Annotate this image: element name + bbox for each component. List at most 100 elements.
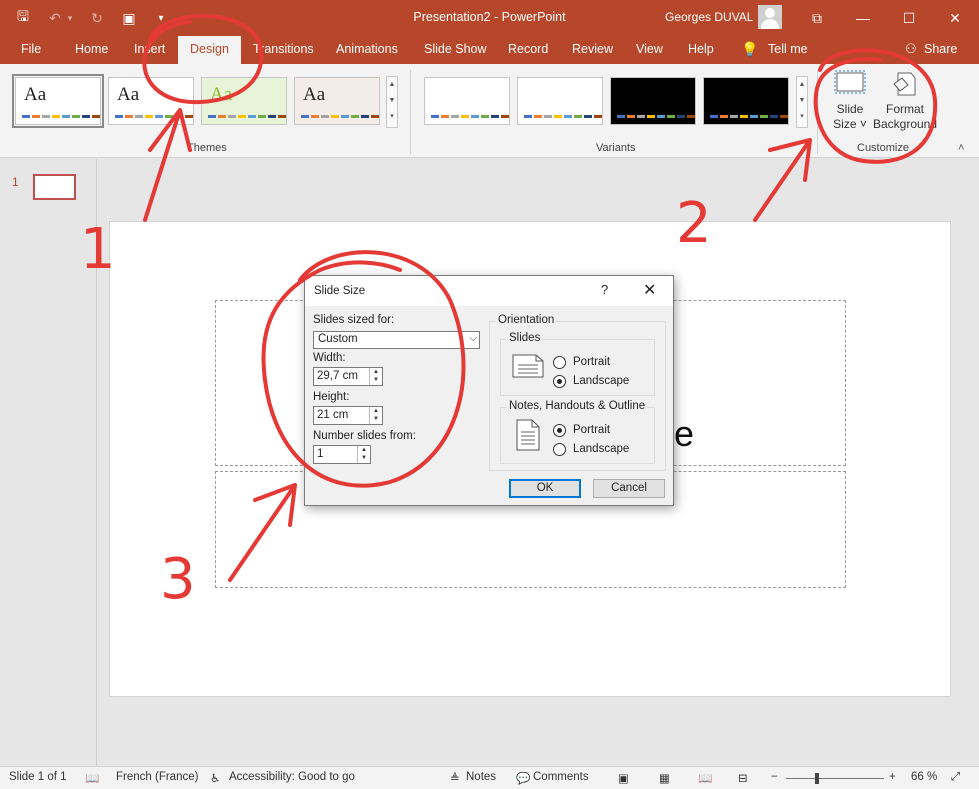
slides-landscape-label[interactable]: Landscape <box>573 375 629 387</box>
spin-up-icon[interactable]: ▲ <box>370 407 382 415</box>
color-swatch <box>544 115 552 118</box>
color-swatch <box>145 115 153 118</box>
slide-thumbnail[interactable] <box>33 174 76 200</box>
group-separator <box>410 70 411 154</box>
variant-thumb[interactable] <box>424 77 510 125</box>
tab-record[interactable]: Record <box>506 36 550 64</box>
slides-sized-for-label: Slides sized for: <box>313 314 395 326</box>
slides-landscape-radio[interactable] <box>553 375 566 388</box>
color-swatch <box>22 115 30 118</box>
slide-size-button[interactable]: Slide Size ˅ <box>828 70 872 132</box>
slide-show-view-icon[interactable]: ⊟ <box>738 771 748 785</box>
color-swatch <box>238 115 246 118</box>
notes-orientation-legend: Notes, Handouts & Outline <box>507 400 648 412</box>
variant-thumb[interactable] <box>517 77 603 125</box>
tab-animations[interactable]: Animations <box>334 36 400 64</box>
more-icon[interactable]: ▾ <box>387 109 397 125</box>
normal-view-icon[interactable]: ▣ <box>618 771 629 785</box>
cancel-button[interactable]: Cancel <box>593 479 665 498</box>
zoom-slider-handle[interactable] <box>815 773 819 784</box>
notes-portrait-label[interactable]: Portrait <box>573 424 610 436</box>
status-bar: Slide 1 of 1 📖 French (France) ♿ Accessi… <box>0 766 979 789</box>
zoom-level[interactable]: 66 % <box>911 771 937 783</box>
notes-landscape-label[interactable]: Landscape <box>573 443 629 455</box>
comments-button[interactable]: Comments <box>533 771 589 783</box>
tab-insert[interactable]: Insert <box>132 36 167 64</box>
slides-sized-for-select[interactable]: Custom ⌵ <box>313 331 480 349</box>
spin-buttons: ▲ ▼ <box>369 368 382 385</box>
slides-portrait-radio[interactable] <box>553 356 566 369</box>
maximize-button[interactable]: ☐ <box>886 0 932 36</box>
placeholder-text: e <box>674 413 695 454</box>
help-icon[interactable]: ? <box>601 282 608 297</box>
height-stepper[interactable]: 21 cm ▲ ▼ <box>313 406 383 425</box>
fit-to-window-icon[interactable]: ⤢ <box>951 771 960 784</box>
spellcheck-icon[interactable]: 📖 <box>85 771 99 785</box>
slides-portrait-label[interactable]: Portrait <box>573 356 610 368</box>
ribbon-tabs: File Home Insert Design Transitions Anim… <box>0 36 979 64</box>
theme-thumb[interactable]: Aa <box>12 74 104 128</box>
color-swatches <box>617 115 695 118</box>
notes-button[interactable]: Notes <box>466 771 496 783</box>
theme-thumb-text: Aa <box>24 84 47 105</box>
color-swatch <box>617 115 625 118</box>
notes-landscape-radio[interactable] <box>553 443 566 456</box>
more-icon[interactable]: ▾ <box>797 109 807 125</box>
spin-up-icon[interactable]: ▲ <box>358 446 370 454</box>
zoom-in-button[interactable]: + <box>889 771 896 783</box>
tab-tell-me[interactable]: Tell me <box>766 36 810 64</box>
spin-up-icon[interactable]: ▲ <box>370 368 382 376</box>
zoom-out-button[interactable]: − <box>771 771 778 783</box>
format-background-button[interactable]: Format Background <box>872 70 938 132</box>
color-swatch <box>534 115 542 118</box>
slides-panel: 1 <box>0 159 97 766</box>
scroll-down-icon[interactable]: ▼ <box>387 93 397 109</box>
scroll-down-icon[interactable]: ▼ <box>797 93 807 109</box>
ribbon-display-options-icon[interactable]: ⧉ <box>794 0 840 36</box>
tab-file[interactable]: File <box>19 36 43 64</box>
color-swatch <box>584 115 592 118</box>
tab-slide-show[interactable]: Slide Show <box>422 36 489 64</box>
notes-portrait-radio[interactable] <box>553 424 566 437</box>
zoom-slider-track[interactable] <box>786 778 884 779</box>
number-slides-from-label: Number slides from: <box>313 430 416 442</box>
tab-review[interactable]: Review <box>570 36 615 64</box>
color-swatch <box>677 115 685 118</box>
tab-transitions[interactable]: Transitions <box>251 36 316 64</box>
spin-down-icon[interactable]: ▼ <box>370 376 382 384</box>
color-swatch <box>780 115 788 118</box>
width-stepper[interactable]: 29,7 cm ▲ ▼ <box>313 367 383 386</box>
slide-size-label-2: Size ˅ <box>833 117 867 131</box>
theme-thumb[interactable]: Aa <box>201 77 287 125</box>
color-swatches <box>524 115 602 118</box>
variant-thumb[interactable] <box>610 77 696 125</box>
variant-thumb[interactable] <box>703 77 789 125</box>
accessibility-status[interactable]: Accessibility: Good to go <box>229 771 355 783</box>
reading-view-icon[interactable]: 📖 <box>698 771 712 785</box>
number-slides-from-stepper[interactable]: 1 ▲ ▼ <box>313 445 371 464</box>
avatar[interactable] <box>758 5 782 29</box>
scroll-up-icon[interactable]: ▲ <box>387 77 397 93</box>
minimize-button[interactable]: — <box>840 0 886 36</box>
scroll-up-icon[interactable]: ▲ <box>797 77 807 93</box>
dialog-close-icon[interactable]: ✕ <box>643 280 656 300</box>
user-name[interactable]: Georges DUVAL <box>665 10 753 24</box>
tab-view[interactable]: View <box>634 36 665 64</box>
collapse-ribbon-icon[interactable]: ˄ <box>958 142 964 154</box>
color-swatch <box>208 115 216 118</box>
spin-down-icon[interactable]: ▼ <box>358 454 370 462</box>
tab-help[interactable]: Help <box>686 36 716 64</box>
tab-home[interactable]: Home <box>73 36 110 64</box>
color-swatch <box>125 115 133 118</box>
color-swatch <box>115 115 123 118</box>
close-button[interactable]: ✕ <box>932 0 978 36</box>
tab-design[interactable]: Design <box>178 36 241 64</box>
slide-sorter-icon[interactable]: ▦ <box>659 771 670 785</box>
share-button[interactable]: Share <box>922 36 959 64</box>
color-swatch <box>331 115 339 118</box>
theme-thumb[interactable]: Aa <box>108 77 194 125</box>
language-indicator[interactable]: French (France) <box>116 771 198 783</box>
theme-thumb[interactable]: Aa <box>294 77 380 125</box>
ok-button[interactable]: OK <box>509 479 581 498</box>
spin-down-icon[interactable]: ▼ <box>370 415 382 423</box>
